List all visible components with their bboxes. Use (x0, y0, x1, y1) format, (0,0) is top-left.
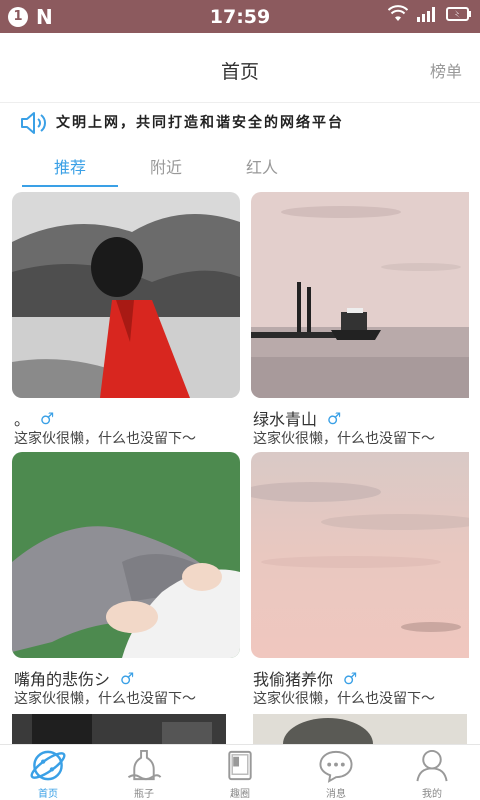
tab-nearby[interactable]: 附近 (118, 154, 214, 178)
male-icon: ♂ (327, 408, 342, 428)
nav-bottle[interactable]: 瓶子 (96, 745, 192, 800)
notice-text: 文明上网，共同打造和谐安全的网络平台 (56, 115, 344, 131)
nav-messages[interactable]: 消息 (288, 745, 384, 800)
user-photo-partial[interactable] (253, 714, 467, 744)
user-name: 。 (14, 410, 31, 429)
nav-profile[interactable]: 我的 (384, 745, 480, 800)
user-card[interactable]: 嘴角的悲伤シ ♂ 这家伙很懒，什么也没留下～ (12, 452, 240, 707)
bottle-icon (127, 749, 162, 781)
nav-home-label: 首页 (38, 789, 58, 800)
planet-icon (30, 750, 66, 781)
tab-active-indicator (22, 185, 118, 187)
tab-recommend[interactable]: 推荐 (22, 154, 118, 178)
nav-profile-label: 我的 (422, 789, 442, 800)
status-bar: 1 N 17:59 (0, 0, 480, 33)
rank-button[interactable]: 榜单 (430, 58, 462, 82)
user-name: 绿水青山 (253, 410, 318, 429)
male-icon: ♂ (120, 668, 135, 688)
user-photo[interactable] (251, 452, 479, 658)
user-photo-partial[interactable] (12, 714, 226, 744)
bottom-nav: 首页 瓶子 趣圈 消息 我的 (0, 744, 480, 800)
person-icon (416, 749, 448, 782)
user-bio: 这家伙很懒，什么也没留下～ (14, 431, 196, 447)
book-icon (228, 750, 252, 781)
page-title: 首页 (220, 61, 259, 83)
notice-bar: 文明上网，共同打造和谐安全的网络平台 (0, 103, 480, 141)
user-bio: 这家伙很懒，什么也没留下～ (14, 691, 196, 707)
user-bio: 这家伙很懒，什么也没留下～ (253, 431, 435, 447)
user-name: 嘴角的悲伤シ (14, 670, 111, 689)
app-header: 首页 榜单 (0, 33, 480, 103)
wifi-icon (388, 5, 408, 21)
male-icon: ♂ (40, 408, 55, 428)
user-name: 我偷猪养你 (253, 670, 334, 689)
signal-icon (417, 7, 435, 22)
nav-messages-label: 消息 (326, 789, 346, 800)
nav-circle[interactable]: 趣圈 (192, 745, 288, 800)
user-photo[interactable] (12, 192, 240, 398)
chat-bubble-icon (319, 750, 353, 783)
user-photo[interactable] (12, 452, 240, 658)
tab-influencers[interactable]: 红人 (214, 154, 310, 178)
nav-home[interactable]: 首页 (0, 745, 96, 800)
user-card[interactable]: 绿水青山 ♂ 这家伙很懒，什么也没留下～ (251, 192, 479, 447)
male-icon: ♂ (343, 668, 358, 688)
nav-bottle-label: 瓶子 (134, 789, 154, 800)
user-card[interactable]: 我偷猪养你 ♂ 这家伙很懒，什么也没留下～ (251, 452, 479, 707)
battery-icon (446, 7, 471, 21)
user-bio: 这家伙很懒，什么也没留下～ (253, 691, 435, 707)
user-photo[interactable] (251, 192, 479, 398)
nav-circle-label: 趣圈 (230, 789, 250, 800)
tab-bar: 推荐 附近 红人 (0, 148, 480, 188)
speaker-icon (21, 112, 46, 134)
user-card[interactable]: 。 ♂ 这家伙很懒，什么也没留下～ (12, 192, 240, 447)
